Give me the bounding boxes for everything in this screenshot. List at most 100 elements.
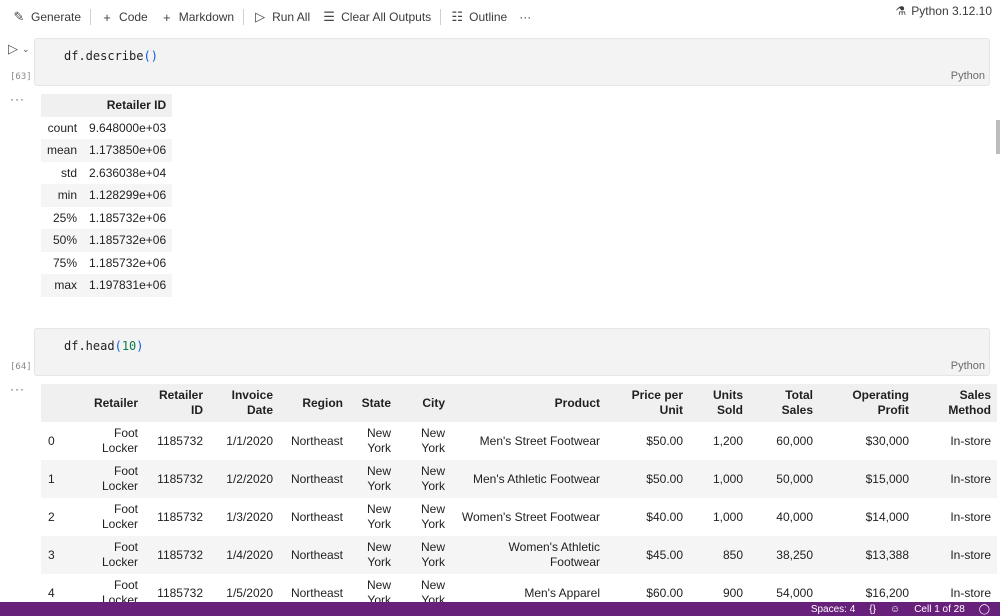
more-label: ··· <box>519 10 532 24</box>
table-cell: Northeast <box>290 433 343 448</box>
table-cell: New York <box>420 502 445 531</box>
table-cell: $45.00 <box>606 536 689 574</box>
copilot-icon[interactable]: ☺ <box>890 604 900 615</box>
code-paren-close: ) <box>150 49 158 63</box>
table-cell: Women's Athletic Footwear <box>451 536 606 574</box>
execution-count: [64] <box>10 362 32 372</box>
cell-language-label[interactable]: Python <box>951 70 985 82</box>
kernel-icon: ⚗ <box>895 4 907 18</box>
output-actions-icon[interactable]: ··· <box>10 92 25 106</box>
clear-outputs-label: Clear All Outputs <box>341 10 432 24</box>
table-cell: New York <box>349 536 397 574</box>
row-label: 25% <box>53 210 78 225</box>
table-cell: Foot Locker <box>69 460 144 498</box>
language-mode-status[interactable]: {} <box>869 604 876 615</box>
code-label: Code <box>119 10 148 24</box>
table-cell: New York <box>420 426 445 455</box>
code-cell-describe[interactable]: df.describe() Python <box>34 38 990 86</box>
cell-language-label[interactable]: Python <box>951 360 985 372</box>
table-cell: 1/3/2020 <box>226 509 273 524</box>
cell-value: 1.173850e+06 <box>83 139 173 162</box>
clear-outputs-icon: ☰ <box>323 9 335 24</box>
add-markdown-button[interactable]: + Markdown <box>154 6 240 28</box>
cell-position-status[interactable]: Cell 1 of 28 <box>914 604 965 615</box>
table-row: min 1.128299e+06 <box>41 184 173 207</box>
table-cell: Men's Street Footwear <box>479 433 600 448</box>
plus-icon: + <box>103 9 111 25</box>
table-row: 2 Foot Locker 1185732 1/3/2020 Northeast New … <box>41 498 997 536</box>
table-cell: 1/2/2020 <box>209 460 279 498</box>
table-cell: $40.00 <box>646 509 683 524</box>
notification-bell-icon[interactable]: ◯ <box>979 604 990 615</box>
table-cell: Northeast <box>279 536 349 574</box>
outline-label: Outline <box>469 10 508 24</box>
table-cell: Foot Locker <box>101 502 138 531</box>
column-header: City <box>397 384 451 422</box>
table-cell: 850 <box>689 536 749 574</box>
scrollbar-thumb[interactable] <box>996 120 1000 154</box>
run-all-label: Run All <box>272 10 311 24</box>
run-cell-icon[interactable]: ▷ <box>8 41 18 57</box>
code-cell-head[interactable]: df.head(10) Python <box>34 328 990 376</box>
indentation-status[interactable]: Spaces: 4 <box>811 604 855 615</box>
table-cell: In-store <box>950 509 991 524</box>
column-header: Price per Unit <box>606 384 689 422</box>
row-label: 50% <box>41 229 84 252</box>
more-actions-button[interactable]: ··· <box>513 6 537 28</box>
table-cell: 60,000 <box>776 433 813 448</box>
code-line[interactable]: df.describe() <box>64 49 158 63</box>
code-line[interactable]: df.head(10) <box>64 339 144 353</box>
clear-outputs-button[interactable]: ☰ Clear All Outputs <box>316 6 437 28</box>
table-row: max 1.197831e+06 <box>41 274 173 297</box>
toolbar-divider <box>243 9 245 25</box>
row-label: 75% <box>53 255 78 270</box>
code-paren-open: ( <box>114 339 122 353</box>
outline-button[interactable]: ☷ Outline <box>444 6 513 28</box>
column-header: Retailer ID <box>83 94 173 117</box>
column-header: Units Sold <box>689 384 749 422</box>
table-cell: 1185732 <box>144 536 209 574</box>
generate-button[interactable]: ✎ Generate <box>6 6 87 28</box>
table-cell: Northeast <box>290 509 343 524</box>
kernel-label: Python 3.12.10 <box>911 4 992 18</box>
table-cell: $50.00 <box>646 433 683 448</box>
generate-label: Generate <box>31 10 82 24</box>
table-cell: Women's Street Footwear <box>461 509 600 524</box>
column-header: Invoice Date <box>209 384 279 422</box>
row-label: count <box>47 120 78 135</box>
output-actions-icon[interactable]: ··· <box>10 382 25 396</box>
column-header: Region <box>279 384 349 422</box>
table-cell: 50,000 <box>749 460 819 498</box>
table-cell: 1,200 <box>712 433 743 448</box>
table-cell: $15,000 <box>819 460 915 498</box>
table-cell: 1,000 <box>712 509 743 524</box>
row-index: 1 <box>41 460 69 498</box>
notebook-toolbar: ✎ Generate + Code + Markdown ▷ Run All ☰… <box>0 4 1000 30</box>
kernel-picker[interactable]: ⚗ Python 3.12.10 <box>896 4 993 18</box>
column-header: Sales Method <box>915 384 997 422</box>
toolbar-divider <box>90 9 92 25</box>
row-index: 3 <box>41 536 69 574</box>
code-function: df.head <box>64 339 115 353</box>
code-function: df.describe <box>64 49 144 63</box>
run-all-button[interactable]: ▷ Run All <box>247 6 316 28</box>
table-row: 50% 1.185732e+06 <box>41 229 173 252</box>
cell-value: 1.185732e+06 <box>83 229 173 252</box>
add-code-button[interactable]: + Code <box>94 6 154 28</box>
table-cell: In-store <box>915 536 997 574</box>
status-bar: Spaces: 4 {} ☺ Cell 1 of 28 ◯ <box>0 602 1000 616</box>
table-cell: 1,000 <box>689 460 749 498</box>
table-cell: 1185732 <box>157 433 203 448</box>
code-argument: 10 <box>121 339 137 353</box>
run-cell-control[interactable]: ▷ ⌄ <box>8 41 30 57</box>
markdown-label: Markdown <box>178 10 235 24</box>
table-cell: $30,000 <box>865 433 909 448</box>
table-row: 25% 1.185732e+06 <box>41 207 172 230</box>
table-cell: 40,000 <box>776 509 813 524</box>
table-cell: New York <box>349 460 397 498</box>
chevron-down-icon[interactable]: ⌄ <box>22 44 30 55</box>
table-cell: In-store <box>915 460 997 498</box>
table-cell: Foot Locker <box>101 426 138 455</box>
table-cell: Northeast <box>279 460 349 498</box>
describe-output-table: Retailer ID count 9.648000e+03 mean 1.17385… <box>41 94 173 297</box>
